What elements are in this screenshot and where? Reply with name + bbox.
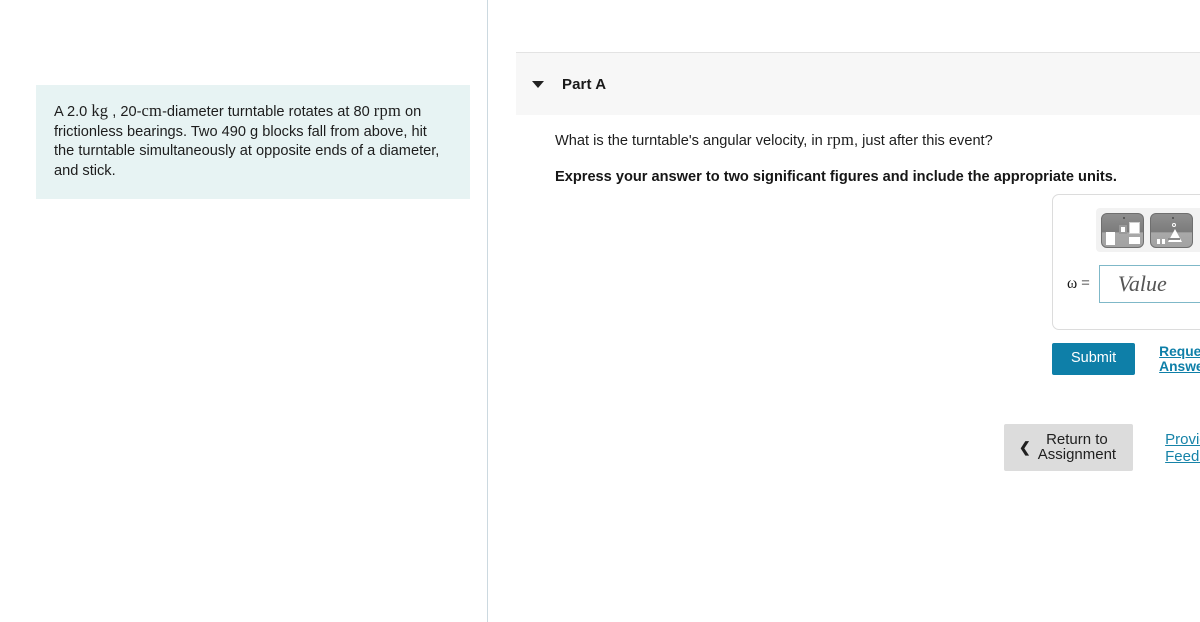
symbols-button-pin (1171, 216, 1174, 219)
question-text-lead: What is the turntable's angular velocity… (555, 133, 827, 149)
symbols-units-button[interactable] (1150, 212, 1193, 248)
template-box-1 (1106, 231, 1115, 245)
return-to-assignment-button[interactable]: ❮ Return to Assignment (1004, 424, 1134, 471)
value-input[interactable]: Value (1098, 265, 1200, 303)
problem-text-seg-4: -diameter turntable rotates at 80 (162, 104, 374, 120)
question-text-tail: , just after this event? (854, 133, 993, 149)
template-box-3 (1129, 221, 1140, 234)
omega-variable-label: ω = (1067, 275, 1090, 292)
answer-pane: Part A What is the turntable's angular v… (488, 0, 1200, 622)
template-box-2 (1119, 224, 1127, 234)
problem-pane: A 2.0 kg , 20-cm-diameter turntable rota… (0, 0, 487, 622)
return-to-assignment-label: Return to Assignment (1037, 431, 1117, 463)
problem-statement-text: A 2.0 kg , 20-cm-diameter turntable rota… (54, 101, 450, 181)
request-answer-link[interactable]: Request Answer (1159, 344, 1200, 374)
problem-text-seg-0: A 2.0 (54, 104, 92, 120)
chevron-left-icon: ❮ (1019, 439, 1031, 455)
symbol-tick-2 (1162, 238, 1165, 244)
templates-button-pin (1122, 216, 1125, 219)
question-text: What is the turntable's angular velocity… (555, 130, 1195, 151)
answer-entry-widget: ] ? ω = Value Units (1052, 194, 1200, 330)
template-box-4 (1129, 236, 1140, 244)
symbol-tick-1 (1157, 238, 1160, 244)
submit-button[interactable]: Submit (1052, 343, 1136, 375)
footer-row: ❮ Return to Assignment Provide Feedback (1004, 424, 1200, 471)
triangle-down-icon[interactable] (532, 80, 544, 88)
degree-symbol-glyph (1172, 222, 1176, 227)
provide-feedback-link[interactable]: Provide Feedback (1165, 431, 1200, 465)
unit-cm: cm (141, 101, 163, 120)
problem-text-seg-2: , 20- (108, 104, 142, 120)
angstrom-symbol-glyph (1168, 228, 1182, 242)
submit-row: Submit Request Answer (1052, 343, 1200, 375)
part-title: Part A (562, 75, 607, 93)
question-unit-rpm: rpm (826, 130, 855, 149)
math-templates-button[interactable] (1101, 212, 1144, 248)
unit-rpm: rpm (373, 101, 401, 120)
problem-statement-card: A 2.0 kg , 20-cm-diameter turntable rota… (36, 85, 470, 199)
answer-input-row: ω = Value Units (1067, 265, 1200, 303)
math-editor-toolbar: ] ? (1096, 208, 1200, 252)
symbol-baseline (1168, 237, 1180, 240)
instruction-text: Express your answer to two significant f… (555, 169, 1117, 185)
part-a-body: What is the turntable's angular velocity… (555, 130, 1195, 185)
part-a-header[interactable]: Part A (516, 52, 1200, 115)
unit-kg: kg (91, 101, 109, 120)
